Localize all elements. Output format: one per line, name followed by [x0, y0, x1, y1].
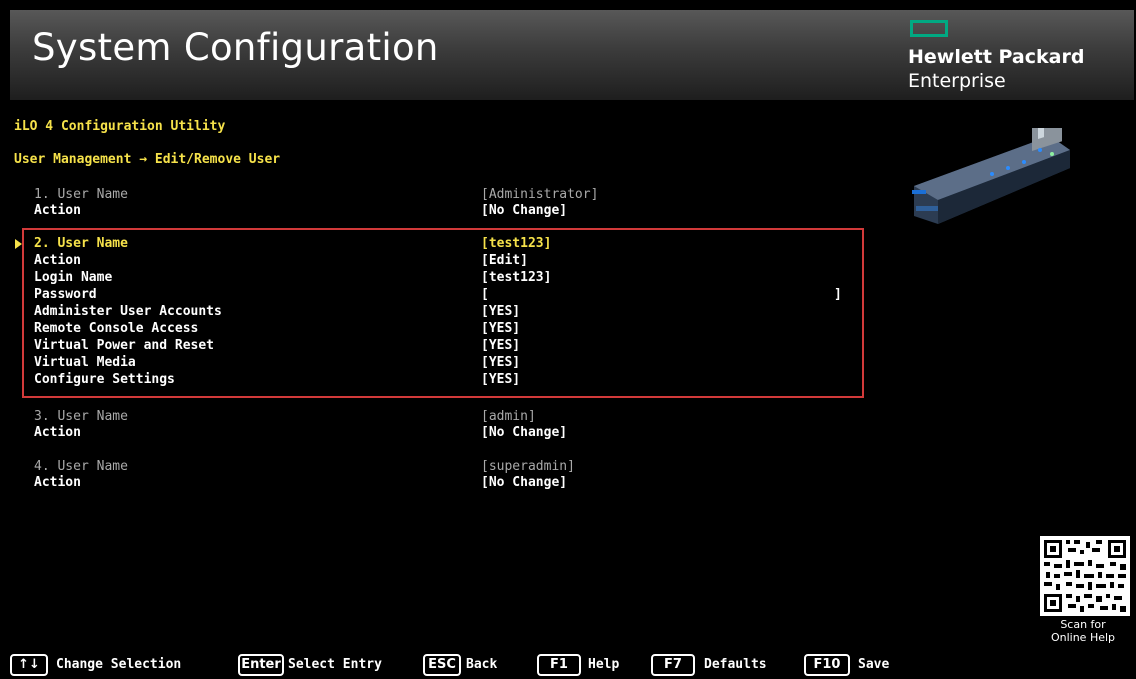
user-3-name-row[interactable]: 3. User Name [admin] [0, 409, 880, 426]
user-1-action-row[interactable]: Action [No Change] [0, 203, 880, 220]
virtual-power-label: Virtual Power and Reset [34, 338, 215, 353]
configure-settings-label: Configure Settings [34, 372, 175, 387]
virtual-media-value: [YES] [481, 355, 521, 370]
password-field-open[interactable]: [ [481, 287, 489, 302]
breadcrumb: User Management → Edit/Remove User [14, 152, 281, 167]
utility-title: iLO 4 Configuration Utility [14, 119, 226, 134]
enter-key-icon[interactable]: Enter [238, 654, 284, 676]
user-2-action-row[interactable]: Action [Edit] [0, 253, 880, 270]
password-field-close: ] [834, 287, 842, 302]
defaults-label: Defaults [704, 657, 767, 672]
save-label: Save [858, 657, 890, 672]
virtual-media-label: Virtual Media [34, 355, 136, 370]
user-1-action-label: Action [34, 203, 81, 218]
user-3-action-row[interactable]: Action [No Change] [0, 425, 880, 442]
user-1-name-value: [Administrator] [481, 187, 599, 202]
user-4-name-value: [superadmin] [481, 459, 575, 474]
password-row[interactable]: Password [ ] [0, 287, 880, 304]
server-illustration [912, 128, 1070, 224]
password-label: Password [34, 287, 97, 302]
user-4-name-label: 4. User Name [34, 459, 128, 474]
configure-settings-value: [YES] [481, 372, 521, 387]
f7-key-icon[interactable]: F7 [651, 654, 695, 676]
administer-accounts-value: [YES] [481, 304, 521, 319]
user-3-name-label: 3. User Name [34, 409, 128, 424]
virtual-power-value: [YES] [481, 338, 521, 353]
qr-code-icon[interactable] [1040, 536, 1130, 616]
key-legend: ↑↓ Change Selection Enter Select Entry E… [10, 652, 1010, 676]
brand-line-2: Enterprise [908, 70, 1006, 92]
qr-caption: Scan for Online Help [1030, 618, 1136, 644]
user-3-action-value: [No Change] [481, 425, 568, 440]
configure-settings-row[interactable]: Configure Settings [YES] [0, 372, 880, 389]
help-label: Help [588, 657, 620, 672]
f10-key-icon[interactable]: F10 [804, 654, 850, 676]
user-1-name-label: 1. User Name [34, 187, 128, 202]
login-name-label: Login Name [34, 270, 113, 285]
user-4-action-value: [No Change] [481, 475, 568, 490]
virtual-power-row[interactable]: Virtual Power and Reset [YES] [0, 338, 880, 355]
remote-console-label: Remote Console Access [34, 321, 199, 336]
user-4-action-row[interactable]: Action [No Change] [0, 475, 880, 492]
f1-key-icon[interactable]: F1 [537, 654, 581, 676]
hpe-logo-mark [910, 20, 948, 37]
administer-accounts-label: Administer User Accounts [34, 304, 222, 319]
qr-caption-line-1: Scan for [1060, 618, 1106, 631]
select-entry-label: Select Entry [288, 657, 382, 672]
remote-console-row[interactable]: Remote Console Access [YES] [0, 321, 880, 338]
brand-line-1: Hewlett Packard [908, 46, 1085, 68]
action-label: Action [34, 253, 81, 268]
user-4-action-label: Action [34, 475, 81, 490]
login-name-value: [test123] [481, 270, 552, 285]
qr-caption-line-2: Online Help [1050, 631, 1116, 644]
hpe-logo: Hewlett Packard Enterprise [908, 18, 1128, 98]
virtual-media-row[interactable]: Virtual Media [YES] [0, 355, 880, 372]
remote-console-value: [YES] [481, 321, 521, 336]
page-title: System Configuration [32, 26, 439, 69]
selection-arrow-icon [15, 239, 22, 249]
esc-key-icon[interactable]: ESC [423, 654, 461, 676]
arrow-keys-icon[interactable]: ↑↓ [10, 654, 48, 676]
user-3-name-value: [admin] [481, 409, 536, 424]
back-label: Back [466, 657, 498, 672]
user-2-name-value: [test123] [481, 236, 552, 251]
login-name-row[interactable]: Login Name [test123] [0, 270, 880, 287]
user-1-action-value: [No Change] [481, 203, 568, 218]
user-3-action-label: Action [34, 425, 81, 440]
user-1-name-row[interactable]: 1. User Name [Administrator] [0, 187, 880, 204]
header-bar: System Configuration Hewlett Packard Ent… [10, 10, 1134, 100]
user-4-name-row[interactable]: 4. User Name [superadmin] [0, 459, 880, 476]
user-2-name-row[interactable]: 2. User Name [test123] [0, 236, 880, 253]
change-selection-label: Change Selection [56, 657, 182, 672]
user-2-name-label: 2. User Name [34, 236, 128, 251]
administer-accounts-row[interactable]: Administer User Accounts [YES] [0, 304, 880, 321]
action-value: [Edit] [481, 253, 528, 268]
